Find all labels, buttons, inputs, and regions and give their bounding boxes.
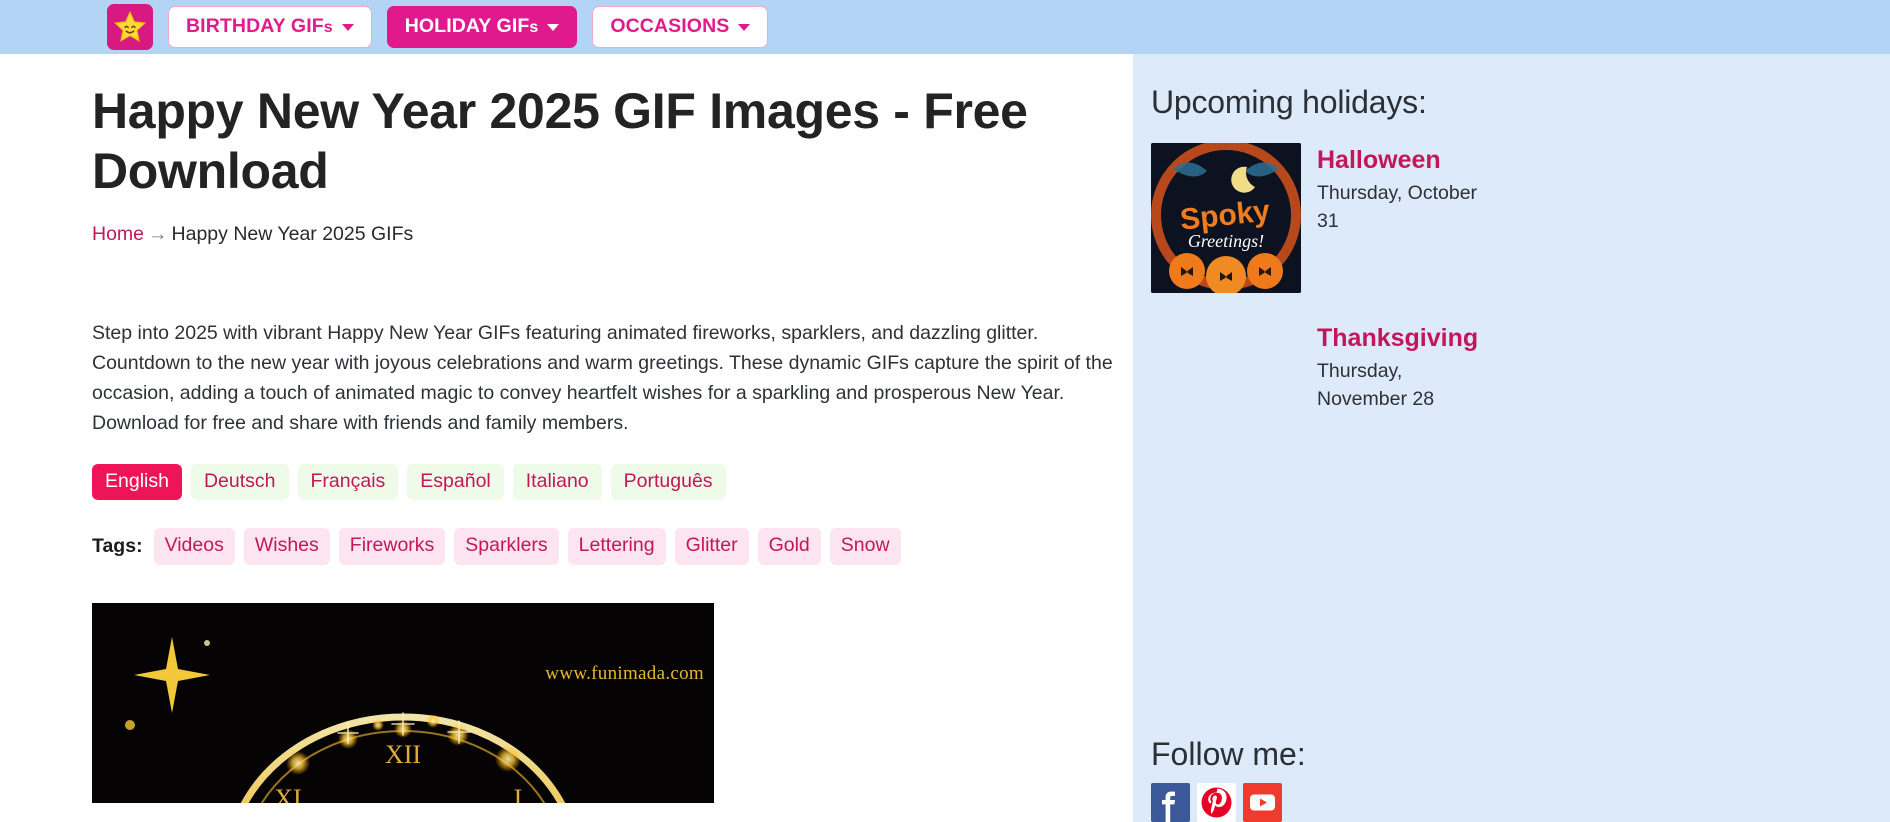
nav-item-label: HOLIDAY GIFs [404, 15, 539, 38]
thanksgiving-thumbnail[interactable] [1151, 321, 1301, 471]
language-selector: English Deutsch Français Español Italian… [92, 464, 1133, 501]
tag-chip[interactable]: Sparklers [454, 528, 559, 565]
language-chip-italiano[interactable]: Italiano [512, 464, 602, 501]
nav-holiday-gifs-button[interactable]: HOLIDAY GIFs [386, 6, 578, 48]
nav-item-label: OCCASIONS [610, 15, 730, 38]
halloween-info: Halloween Thursday, October 31 [1317, 143, 1487, 236]
sparkle-star-icon [125, 636, 210, 730]
svg-text:Greetings!: Greetings! [1188, 231, 1264, 251]
svg-text:XII: XII [385, 740, 421, 769]
chevron-down-icon [547, 23, 560, 31]
language-chip-francais[interactable]: Français [297, 464, 399, 501]
sidebar: Upcoming holidays: Spoky Greetings! Hall… [1133, 54, 1890, 822]
tag-chip[interactable]: Lettering [567, 528, 666, 565]
chevron-down-icon [341, 23, 354, 31]
breadcrumb-current: Happy New Year 2025 GIFs [171, 223, 414, 245]
tag-chip[interactable]: Wishes [243, 528, 330, 565]
language-chip-espanol[interactable]: Español [407, 464, 504, 501]
holiday-item-thanksgiving: Thanksgiving Thursday, November 28 [1151, 321, 1890, 471]
tag-chip[interactable]: Fireworks [338, 528, 446, 565]
tag-chip[interactable]: Snow [829, 528, 901, 565]
holiday-item-halloween: Spoky Greetings! Halloween Thursday, Oct… [1151, 143, 1890, 293]
site-logo[interactable] [107, 4, 153, 50]
intro-paragraph: Step into 2025 with vibrant Happy New Ye… [92, 322, 1113, 435]
svg-text:I: I [514, 784, 523, 803]
facebook-icon[interactable] [1151, 783, 1190, 822]
thanksgiving-date: Thursday, November 28 [1317, 360, 1435, 411]
language-chip-portugues[interactable]: Português [610, 464, 726, 501]
tag-chip[interactable]: Videos [153, 528, 235, 565]
star-smiley-icon [113, 10, 147, 44]
pinterest-icon[interactable] [1197, 783, 1236, 822]
halloween-date: Thursday, October 31 [1317, 182, 1478, 233]
breadcrumb-separator: → [148, 223, 168, 245]
tag-chip[interactable]: Glitter [674, 528, 749, 565]
tags-row: Tags: Videos Wishes Fireworks Sparklers … [92, 528, 1133, 565]
page-body: Happy New Year 2025 GIF Images - Free Do… [0, 54, 1890, 822]
main-content: Happy New Year 2025 GIF Images - Free Do… [0, 54, 1133, 822]
gif-watermark: www.funimada.com [545, 662, 704, 684]
social-links [1151, 783, 1531, 822]
nav-item-label: BIRTHDAY GIFs [186, 15, 333, 38]
top-navbar: BIRTHDAY GIFs HOLIDAY GIFs OCCASIONS [0, 0, 1890, 54]
thanksgiving-link[interactable]: Thanksgiving [1317, 323, 1487, 353]
gif-preview-card[interactable]: XII I XI www.funimada.com [92, 602, 714, 803]
follow-section: Follow me: [1151, 718, 1531, 822]
thanksgiving-info: Thanksgiving Thursday, November 28 [1317, 321, 1487, 414]
language-chip-english[interactable]: English [92, 464, 182, 501]
halloween-link[interactable]: Halloween [1317, 145, 1487, 175]
breadcrumb-home-link[interactable]: Home [92, 223, 144, 245]
upcoming-holidays-title: Upcoming holidays: [1151, 84, 1427, 120]
breadcrumb: Home → Happy New Year 2025 GIFs [92, 223, 1133, 246]
youtube-icon[interactable] [1243, 783, 1282, 822]
svg-text:XI: XI [274, 784, 301, 803]
spooky-greetings-image: Spoky Greetings! [1151, 143, 1301, 293]
language-chip-deutsch[interactable]: Deutsch [190, 464, 289, 501]
tag-chip[interactable]: Gold [757, 528, 821, 565]
chevron-down-icon [738, 23, 751, 31]
nav-occasions-button[interactable]: OCCASIONS [592, 6, 769, 48]
follow-me-title: Follow me: [1151, 736, 1306, 772]
nav-birthday-gifs-button[interactable]: BIRTHDAY GIFs [168, 6, 372, 48]
page-title: Happy New Year 2025 GIF Images - Free Do… [92, 83, 1028, 199]
tags-label: Tags: [92, 535, 143, 558]
halloween-thumbnail[interactable]: Spoky Greetings! [1151, 143, 1301, 293]
